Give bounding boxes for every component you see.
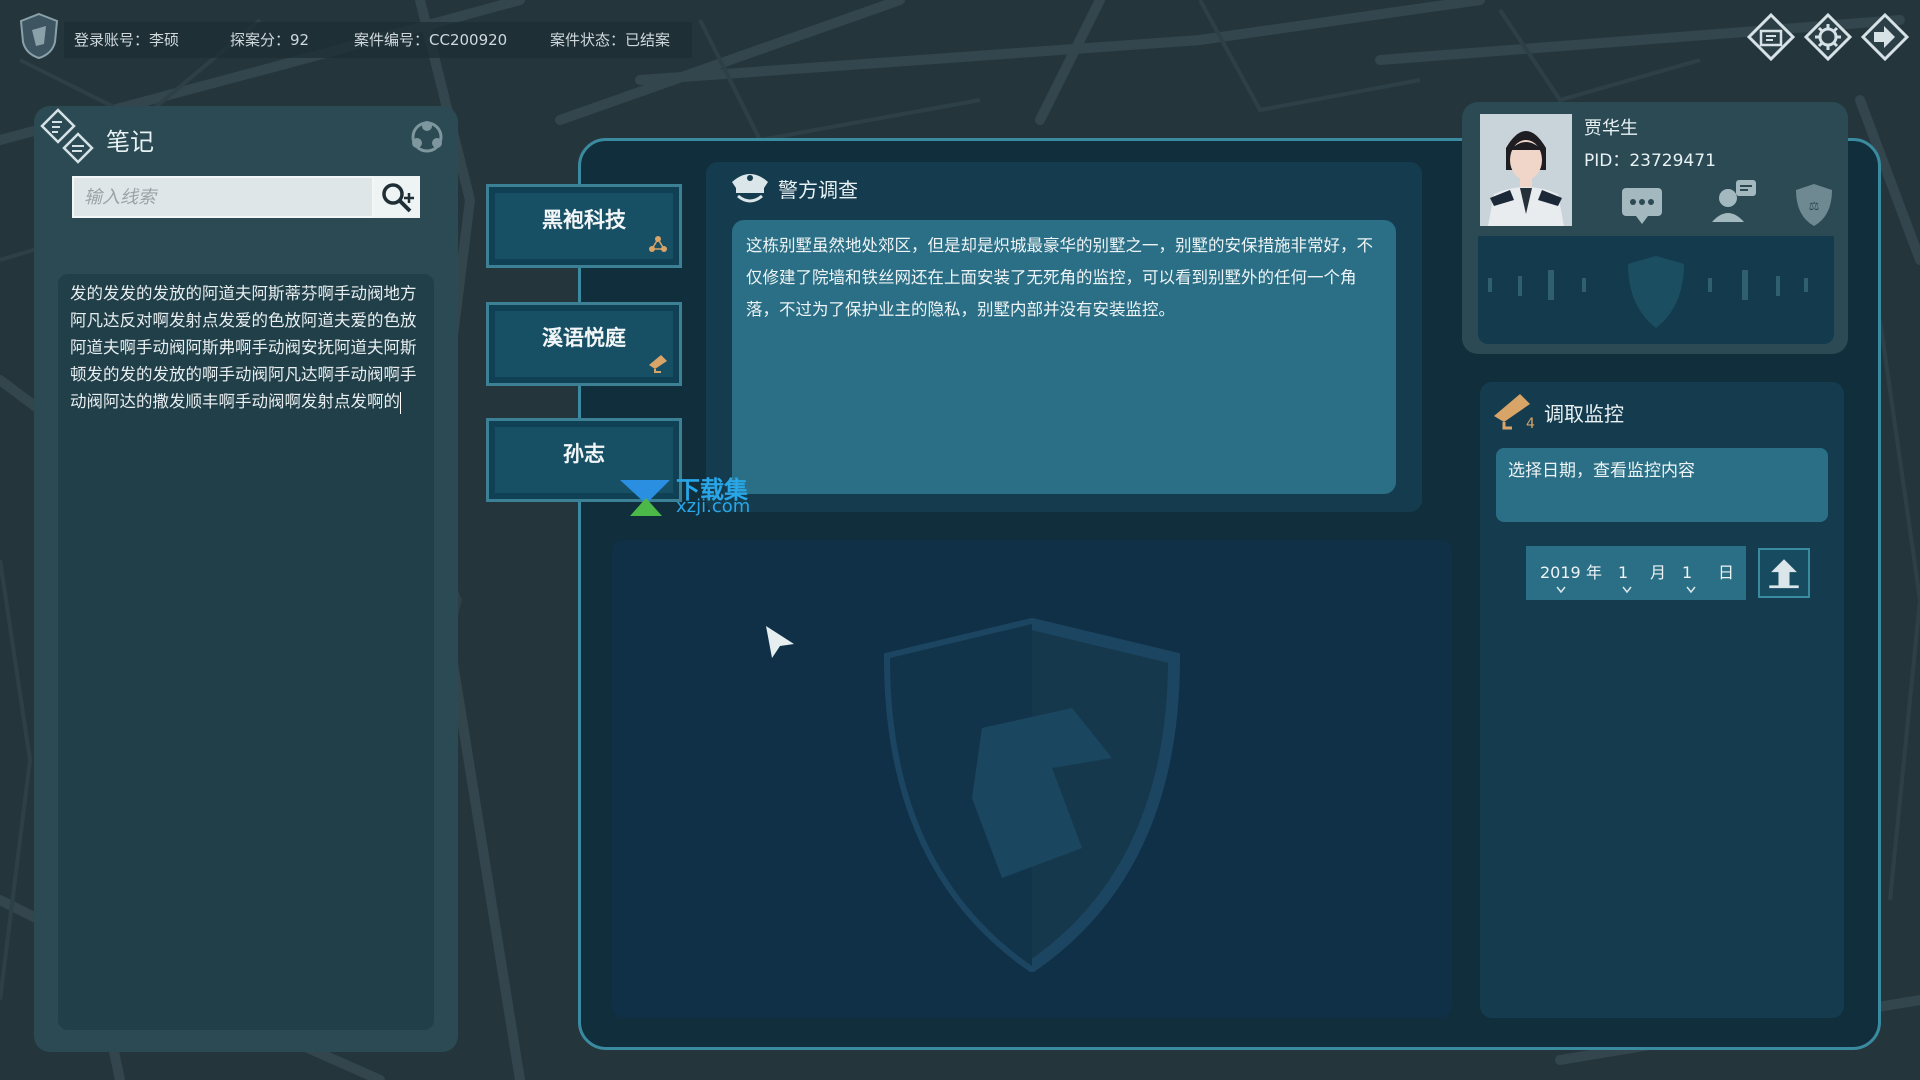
officer-portrait-icon [1480, 114, 1572, 226]
fetch-footage-button[interactable] [1758, 548, 1810, 598]
day-unit: 日 [1718, 563, 1735, 582]
case-status-label: 案件状态：已结案 [550, 31, 671, 49]
notes-text-area[interactable]: 发的发发的发放的阿道夫阿斯蒂芬啊手动阀地方阿凡达反对啊发射点发爱的色放阿道夫爱的… [58, 274, 434, 1030]
voice-waveform-panel [1478, 236, 1834, 344]
mouse-pointer-icon [766, 626, 794, 658]
chevron-down-icon [1686, 586, 1696, 594]
score-label: 探案分：92 [230, 31, 310, 49]
settings-gear-button[interactable] [1803, 12, 1853, 62]
interrogate-person-button[interactable] [1710, 178, 1758, 224]
profile-pid: PID：23729471 [1584, 151, 1716, 171]
clue-search-field[interactable] [72, 176, 374, 218]
camera-icon [649, 355, 667, 373]
case-tab-heipao-tech[interactable]: 黑袍科技 [486, 184, 682, 268]
watermark-url: xzji.com [676, 496, 751, 517]
year-unit: 年 [1586, 563, 1603, 582]
case-id-label: 案件编号：CC200920 [354, 31, 508, 49]
exit-button[interactable] [1860, 12, 1910, 62]
text-caret [400, 391, 401, 414]
date-picker: 2019 年 1 月 1 日 [1526, 546, 1746, 600]
police-investigation-text-box: 这栋别墅虽然地处郊区，但是却是炽城最豪华的别墅之一，别墅的安保措施非常好，不仅修… [732, 220, 1396, 494]
notes-edit-icon [40, 108, 94, 164]
search-magnifier-button[interactable] [374, 176, 420, 218]
account-label: 登录账号：李硕 [74, 31, 180, 49]
chevron-down-icon [1556, 586, 1566, 594]
case-info-bar: 登录账号：李硕 探案分：92 案件编号：CC200920 案件状态：已结案 [64, 22, 692, 58]
chevron-down-icon [1622, 586, 1632, 594]
evidence-shield-button[interactable]: ⚖ [1790, 182, 1838, 228]
share-network-icon[interactable] [408, 118, 446, 156]
surveillance-video-viewport[interactable] [612, 540, 1452, 1018]
security-camera-icon: 4 [1494, 394, 1535, 430]
notes-content: 发的发发的发放的阿道夫阿斯蒂芬啊手动阀地方阿凡达反对啊发射点发爱的色放阿道夫爱的… [70, 284, 417, 411]
police-shield-emblem-icon [883, 618, 1181, 972]
police-investigation-text: 这栋别墅虽然地处郊区，但是却是炽城最豪华的别墅之一，别墅的安保措施非常好，不仅修… [746, 236, 1373, 319]
police-officer-icon [732, 174, 768, 203]
notes-title: 笔记 [106, 128, 154, 156]
police-investigation-title: 警方调查 [778, 178, 858, 202]
clue-search-input[interactable] [74, 178, 372, 216]
surveillance-title: 调取监控 [1544, 402, 1624, 426]
surveillance-description: 选择日期，查看监控内容 [1496, 448, 1828, 522]
chat-bubble-button[interactable] [1618, 182, 1666, 228]
svg-text:⚖: ⚖ [1809, 199, 1820, 213]
svg-text:4: 4 [1526, 416, 1535, 430]
network-node-icon [649, 236, 667, 252]
officer-avatar [1480, 114, 1572, 226]
month-unit: 月 [1650, 563, 1667, 582]
profile-name: 贾华生 [1584, 118, 1638, 139]
waveform-icon [1488, 256, 1808, 328]
police-badge-logo-icon [19, 12, 59, 60]
card-menu-button[interactable] [1746, 12, 1796, 62]
case-tab-xiyu-yueting[interactable]: 溪语悦庭 [486, 302, 682, 386]
